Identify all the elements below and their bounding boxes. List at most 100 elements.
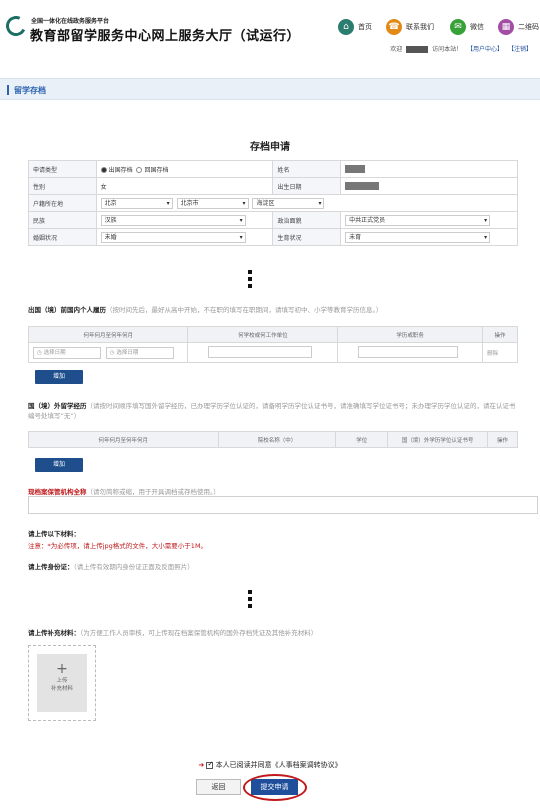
political-select[interactable]: 中共正式党员 [345,214,491,226]
radio-outbound[interactable] [100,167,107,173]
political-cell: 中共正式党员 [340,211,518,229]
hukou-label: 户籍所在地 [28,194,97,212]
extra-upload-heading: 请上传补充材料：（为方便工作人员审核，可上传现在档案保管机构的国外存档凭证及其他… [28,627,317,637]
site-title: 教育部留学服务中心网上服务大厅（试运行） [30,29,301,44]
qrcode-icon: ▦ [498,19,514,35]
upload-tile-text1: 上传 [56,678,68,684]
plus-icon: + [56,661,68,677]
section-title: 留学存档 [14,86,46,95]
id-upload-label: 请上传身份证： [28,563,74,571]
radio-outbound-label: 出国存档 [108,166,133,174]
overseas-col-school: 院校名称（中） [217,431,337,448]
nav-contact[interactable]: ☎ 联系我们 [386,17,434,37]
fertility-select[interactable]: 未育 [345,231,491,243]
overseas-table: 何年何月至何年何月 院校名称（中） 学位 国（境）外学历学位认证书号 操作 [28,431,518,448]
user-center-link[interactable]: 【用户中心】 [467,46,503,53]
wechat-icon: ✉ [450,19,466,35]
fertility-cell: 未育 [340,228,518,246]
resume-heading: 出国（境）前国内个人履历（按时间先后，最好从高中开始，不在职的填写在职期间，请填… [28,304,382,314]
birth-label: 出生日期 [272,177,342,195]
form-title: 存档申请 [250,142,290,153]
nav-qrcode-label: 二维码 [518,23,539,31]
extra-upload-hint: （为方便工作人员审核，可上传现在档案保管机构的国外存档凭证及其他补充材料） [80,629,318,637]
nav-home-label: 首页 [358,23,372,31]
school-input[interactable] [208,345,313,358]
site-logo-icon [3,13,29,39]
marital-label: 婚姻状况 [28,228,97,246]
logout-link[interactable]: 【注销】 [508,46,532,53]
overseas-hint: （请按时间顺序填写国外留学经历，已办理学历学位认证的，请备明学历学位认证书号，请… [28,402,516,420]
resume-add-button[interactable]: 增加 [35,370,83,384]
marital-select[interactable]: 未婚 [100,231,246,243]
birth-field[interactable] [340,177,518,195]
nav-home[interactable]: ⌂ 首页 [338,17,372,37]
apply-type-options: 出国存档 回国存档 [95,160,274,178]
fertility-label: 生育状况 [272,228,342,246]
overseas-add-button[interactable]: 增加 [35,458,83,472]
upload-tile[interactable]: + 上传 补充材料 [37,654,87,712]
ellipsis-dots-2 [248,590,254,611]
degree-input[interactable] [358,345,459,358]
basic-info-table: 申请类型 出国存档 回国存档 姓名 性别 女 出生日期 户籍所在地 北京 北京市… [28,160,519,246]
cancel-button[interactable]: 返回 [196,779,241,795]
start-date-input[interactable]: ◷ 选择日期 [33,346,101,359]
resume-col-degree: 学历或职务 [337,326,484,343]
name-field[interactable] [340,160,518,178]
delete-link[interactable]: 删除 [482,342,518,363]
agree-checkbox[interactable] [206,760,214,769]
section-header: 留学存档 [0,78,540,100]
resume-degree-cell [337,342,484,363]
resume-period-cell: ◷ 选择日期 ◷ 选择日期 [27,342,189,363]
nav-wechat[interactable]: ✉ 微信 [450,17,484,37]
resume-label: 出国（境）前国内个人履历 [28,306,106,314]
upload-tile-text2: 补充材料 [50,686,73,692]
radio-return-label: 回国存档 [144,166,169,174]
resume-hint: （按时间先后，最好从高中开始，不在职的填写在职期间，请填写初中、小学等教育学历信… [106,306,383,314]
upload-title: 请上传以下材料： [28,530,80,538]
welcome-bar: 欢迎 访问本站！ 【用户中心】 【注销】 [390,44,532,53]
apply-type-label: 申请类型 [28,160,97,178]
agency-hint: （请勿简称或缩，用于开具调档或存档使用。） [86,488,220,496]
contact-icon: ☎ [386,19,402,35]
upload-dropzone[interactable]: + 上传 补充材料 [28,645,96,721]
nav-contact-label: 联系我们 [406,23,434,31]
end-date-input[interactable]: ◷ 选择日期 [105,346,174,359]
id-upload-hint: （请上传有效期内身份证正面及反面照片） [73,563,194,571]
agreement-text[interactable]: 本人已阅读并同意《人事档案调转协议》 [216,761,342,769]
highlight-circle [243,774,307,801]
hukou-province-select[interactable]: 北京 [100,197,173,209]
welcome-suffix: 访问本站！ [432,46,463,53]
ethnicity-select[interactable]: 汉族 [100,214,246,226]
redacted-username [406,46,429,53]
hukou-city-select[interactable]: 北京市 [176,197,249,209]
resume-col-action: 操作 [482,326,518,343]
name-label: 姓名 [272,160,342,178]
agency-input[interactable] [28,496,538,514]
overseas-col-degree: 学位 [335,431,389,448]
overseas-label: 国（境）外留学经历 [28,402,87,410]
arrow-right-icon: ➜ [198,761,205,769]
nav-qrcode[interactable]: ▦ 二维码 [498,17,539,37]
resume-col-school: 何学校或何工作单位 [187,326,339,343]
upload-note: 注意：*为必传项，请上传jpg格式的文件，大小需要小于1M。 [28,542,208,550]
redacted-name [345,165,366,173]
resume-table: 何年何月至何年何月 何学校或何工作单位 学历或职务 操作 ◷ 选择日期 ◷ 选择… [27,326,518,363]
section-marker [7,85,9,95]
radio-return[interactable] [136,167,143,173]
overseas-col-action: 操作 [487,431,518,448]
overseas-heading: 国（境）外留学经历（请按时间顺序填写国外留学经历，已办理学历学位认证的，请备明学… [28,401,518,421]
welcome-text: 欢迎 [390,46,403,53]
extra-upload-label: 请上传补充材料： [28,629,80,637]
hukou-district-select[interactable]: 海淀区 [252,197,325,209]
nav-wechat-label: 微信 [470,23,484,31]
resume-col-period: 何年何月至何年何月 [27,326,189,343]
overseas-col-cert: 国（境）外学历学位认证书号 [387,431,489,448]
marital-cell: 未婚 [95,228,274,246]
overseas-col-period: 何年何月至何年何月 [28,431,219,448]
agency-label: 现档案保管机构全称 [28,488,87,496]
redacted-birth [345,182,380,190]
gender-label: 性别 [28,177,97,195]
id-upload-heading: 请上传身份证：（请上传有效期内身份证正面及反面照片） [28,561,194,571]
home-icon: ⌂ [338,19,354,35]
agency-heading: 现档案保管机构全称（请勿简称或缩，用于开具调档或存档使用。） [28,486,220,496]
